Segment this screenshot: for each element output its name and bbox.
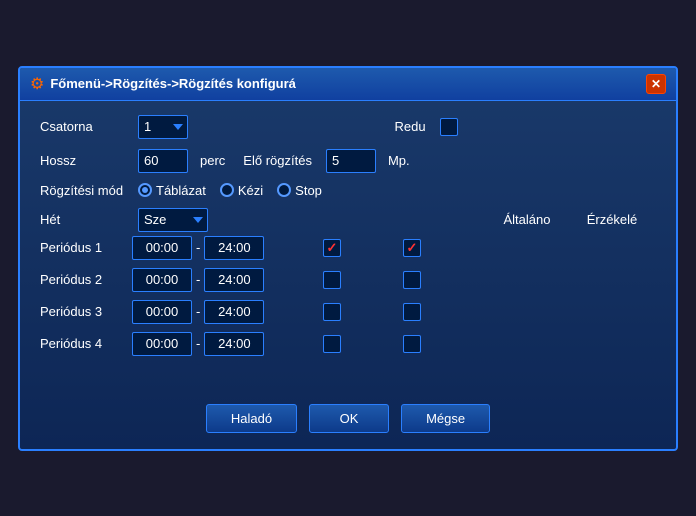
het-label: Hét [40,212,130,227]
time-start-4[interactable] [132,332,192,356]
time-end-4[interactable] [204,332,264,356]
period-row-3: Periódus 3 - [40,300,656,324]
sense-checkbox-2[interactable] [403,271,421,289]
period-label-2: Periódus 2 [40,272,132,287]
time-end-1[interactable] [204,236,264,260]
ok-button[interactable]: OK [309,404,389,433]
period-row-2: Periódus 2 - [40,268,656,292]
dialog: ⚙ Főmenü->Rögzítés->Rögzítés konfigurá ✕… [18,66,678,451]
sense-checkbox-1[interactable] [403,239,421,257]
general-checkbox-cell-1 [292,239,372,257]
general-checkbox-cell-4 [292,335,372,353]
mode-row: Rögzítési mód Táblázat Kézi Stop [40,183,656,198]
period-label-3: Periódus 3 [40,304,132,319]
title-bar: ⚙ Főmenü->Rögzítés->Rögzítés konfigurá ✕ [20,68,676,101]
general-checkbox-cell-3 [292,303,372,321]
title-bar-left: ⚙ Főmenü->Rögzítés->Rögzítés konfigurá [30,74,296,94]
radio-tablazat-label: Táblázat [156,183,206,198]
hossz-input[interactable] [138,149,188,173]
time-range-3: - [132,300,292,324]
sense-checkbox-4[interactable] [403,335,421,353]
csatorna-select[interactable]: 1234 [138,115,188,139]
period-label-1: Periódus 1 [40,240,132,255]
sense-checkbox-3[interactable] [403,303,421,321]
perc-label: perc [200,153,225,168]
csatorna-row: Csatorna 1234 Redu [40,115,656,139]
time-sep-2: - [196,272,200,287]
time-sep-1: - [196,240,200,255]
time-range-2: - [132,268,292,292]
general-checkbox-1[interactable] [323,239,341,257]
time-sep-3: - [196,304,200,319]
radio-kezi-circle [220,183,234,197]
sense-checkbox-cell-4 [372,335,452,353]
general-checkbox-2[interactable] [323,271,341,289]
sense-checkbox-cell-2 [372,271,452,289]
period-row-1: Periódus 1 - [40,236,656,260]
radio-tablazat-circle [138,183,152,197]
hossz-label: Hossz [40,153,130,168]
pre-rec-label: Elő rögzítés [243,153,312,168]
radio-kezi[interactable]: Kézi [220,183,263,198]
halado-button[interactable]: Haladó [206,404,297,433]
radio-stop-circle [277,183,291,197]
dialog-title: Főmenü->Rögzítés->Rögzítés konfigurá [50,76,296,91]
time-sep-4: - [196,336,200,351]
hossz-row: Hossz perc Elő rögzítés Mp. [40,149,656,173]
radio-tablazat[interactable]: Táblázat [138,183,206,198]
periods-container: Periódus 1 - Periódus 2 - [40,236,656,356]
sense-checkbox-cell-1 [372,239,452,257]
period-label-4: Periódus 4 [40,336,132,351]
erzekele-header: Érzékelé [572,212,652,227]
het-row: Hét HétKedSzeCsüPénSzoVas Általáno Érzék… [40,208,656,232]
mode-radio-group: Táblázat Kézi Stop [138,183,322,198]
period-row-4: Periódus 4 - [40,332,656,356]
megse-button[interactable]: Mégse [401,404,490,433]
csatorna-label: Csatorna [40,119,130,134]
time-start-3[interactable] [132,300,192,324]
pre-rec-input[interactable] [326,149,376,173]
time-start-1[interactable] [132,236,192,260]
close-button[interactable]: ✕ [646,74,666,94]
radio-kezi-label: Kézi [238,183,263,198]
general-checkbox-cell-2 [292,271,372,289]
time-range-4: - [132,332,292,356]
dialog-content: Csatorna 1234 Redu Hossz perc Elő rögzít… [20,101,676,378]
het-select[interactable]: HétKedSzeCsüPénSzoVas [138,208,208,232]
time-range-1: - [132,236,292,260]
altalano-header: Általáno [482,212,572,227]
time-end-3[interactable] [204,300,264,324]
mp-label: Mp. [388,153,410,168]
footer: Haladó OK Mégse [20,388,676,449]
general-checkbox-4[interactable] [323,335,341,353]
time-end-2[interactable] [204,268,264,292]
radio-stop-label: Stop [295,183,322,198]
sense-checkbox-cell-3 [372,303,452,321]
radio-stop[interactable]: Stop [277,183,322,198]
redu-label: Redu [394,119,425,134]
redu-checkbox[interactable] [440,118,458,136]
general-checkbox-3[interactable] [323,303,341,321]
mode-label: Rögzítési mód [40,183,130,198]
time-start-2[interactable] [132,268,192,292]
title-icon: ⚙ [30,74,44,94]
